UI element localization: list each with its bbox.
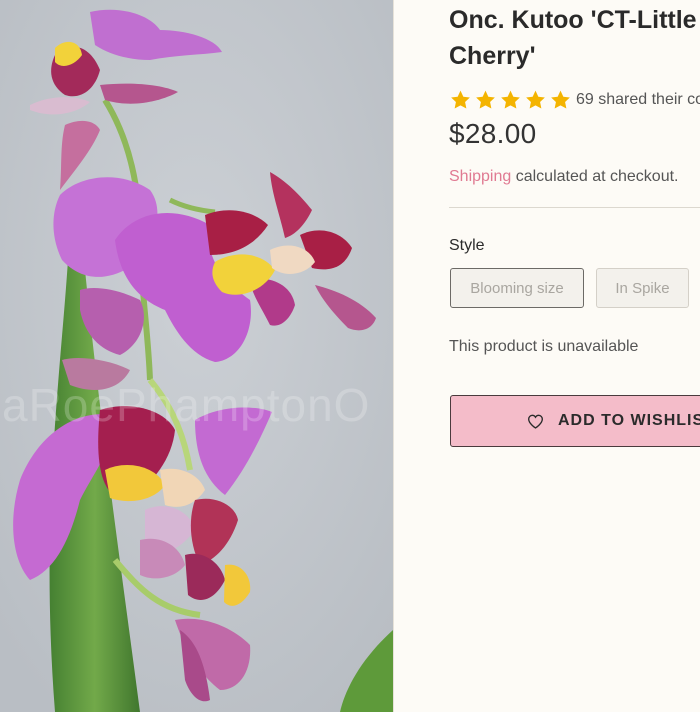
product-rating[interactable]: 69 shared their co <box>449 88 700 112</box>
availability-message: This product is unavailable <box>449 338 639 355</box>
product-price: $28.00 <box>449 118 537 149</box>
column-divider <box>393 0 394 712</box>
star-icon <box>526 90 545 109</box>
add-to-wishlist-button[interactable]: ADD TO WISHLIST <box>450 395 700 447</box>
orchid-photo <box>0 0 393 712</box>
section-divider <box>449 207 700 208</box>
product-page: aRoePhamptonO Onc. Kutoo 'CT-Little Cher… <box>0 0 700 712</box>
style-label: Style <box>449 237 485 254</box>
product-image[interactable]: aRoePhamptonO <box>0 0 393 712</box>
star-icon <box>501 90 520 109</box>
shipping-note: Shipping calculated at checkout. <box>449 168 679 186</box>
product-title: Onc. Kutoo 'CT-Little Cherry' <box>449 6 697 70</box>
style-option-in-spike[interactable]: In Spike <box>596 268 689 308</box>
heart-outline-icon <box>527 414 544 429</box>
star-icon <box>476 90 495 109</box>
shipping-text: calculated at checkout. <box>511 168 679 185</box>
shipping-link[interactable]: Shipping <box>449 168 511 185</box>
star-icon <box>551 90 570 109</box>
wishlist-label: ADD TO WISHLIST <box>558 412 700 429</box>
rating-count-text[interactable]: 69 shared their co <box>576 91 700 109</box>
style-option-blooming-size[interactable]: Blooming size <box>450 268 584 308</box>
star-icon <box>451 90 470 109</box>
product-info: Onc. Kutoo 'CT-Little Cherry' 69 shared … <box>449 0 700 712</box>
rating-stars <box>449 89 572 111</box>
image-watermark: aRoePhamptonO <box>2 379 371 431</box>
